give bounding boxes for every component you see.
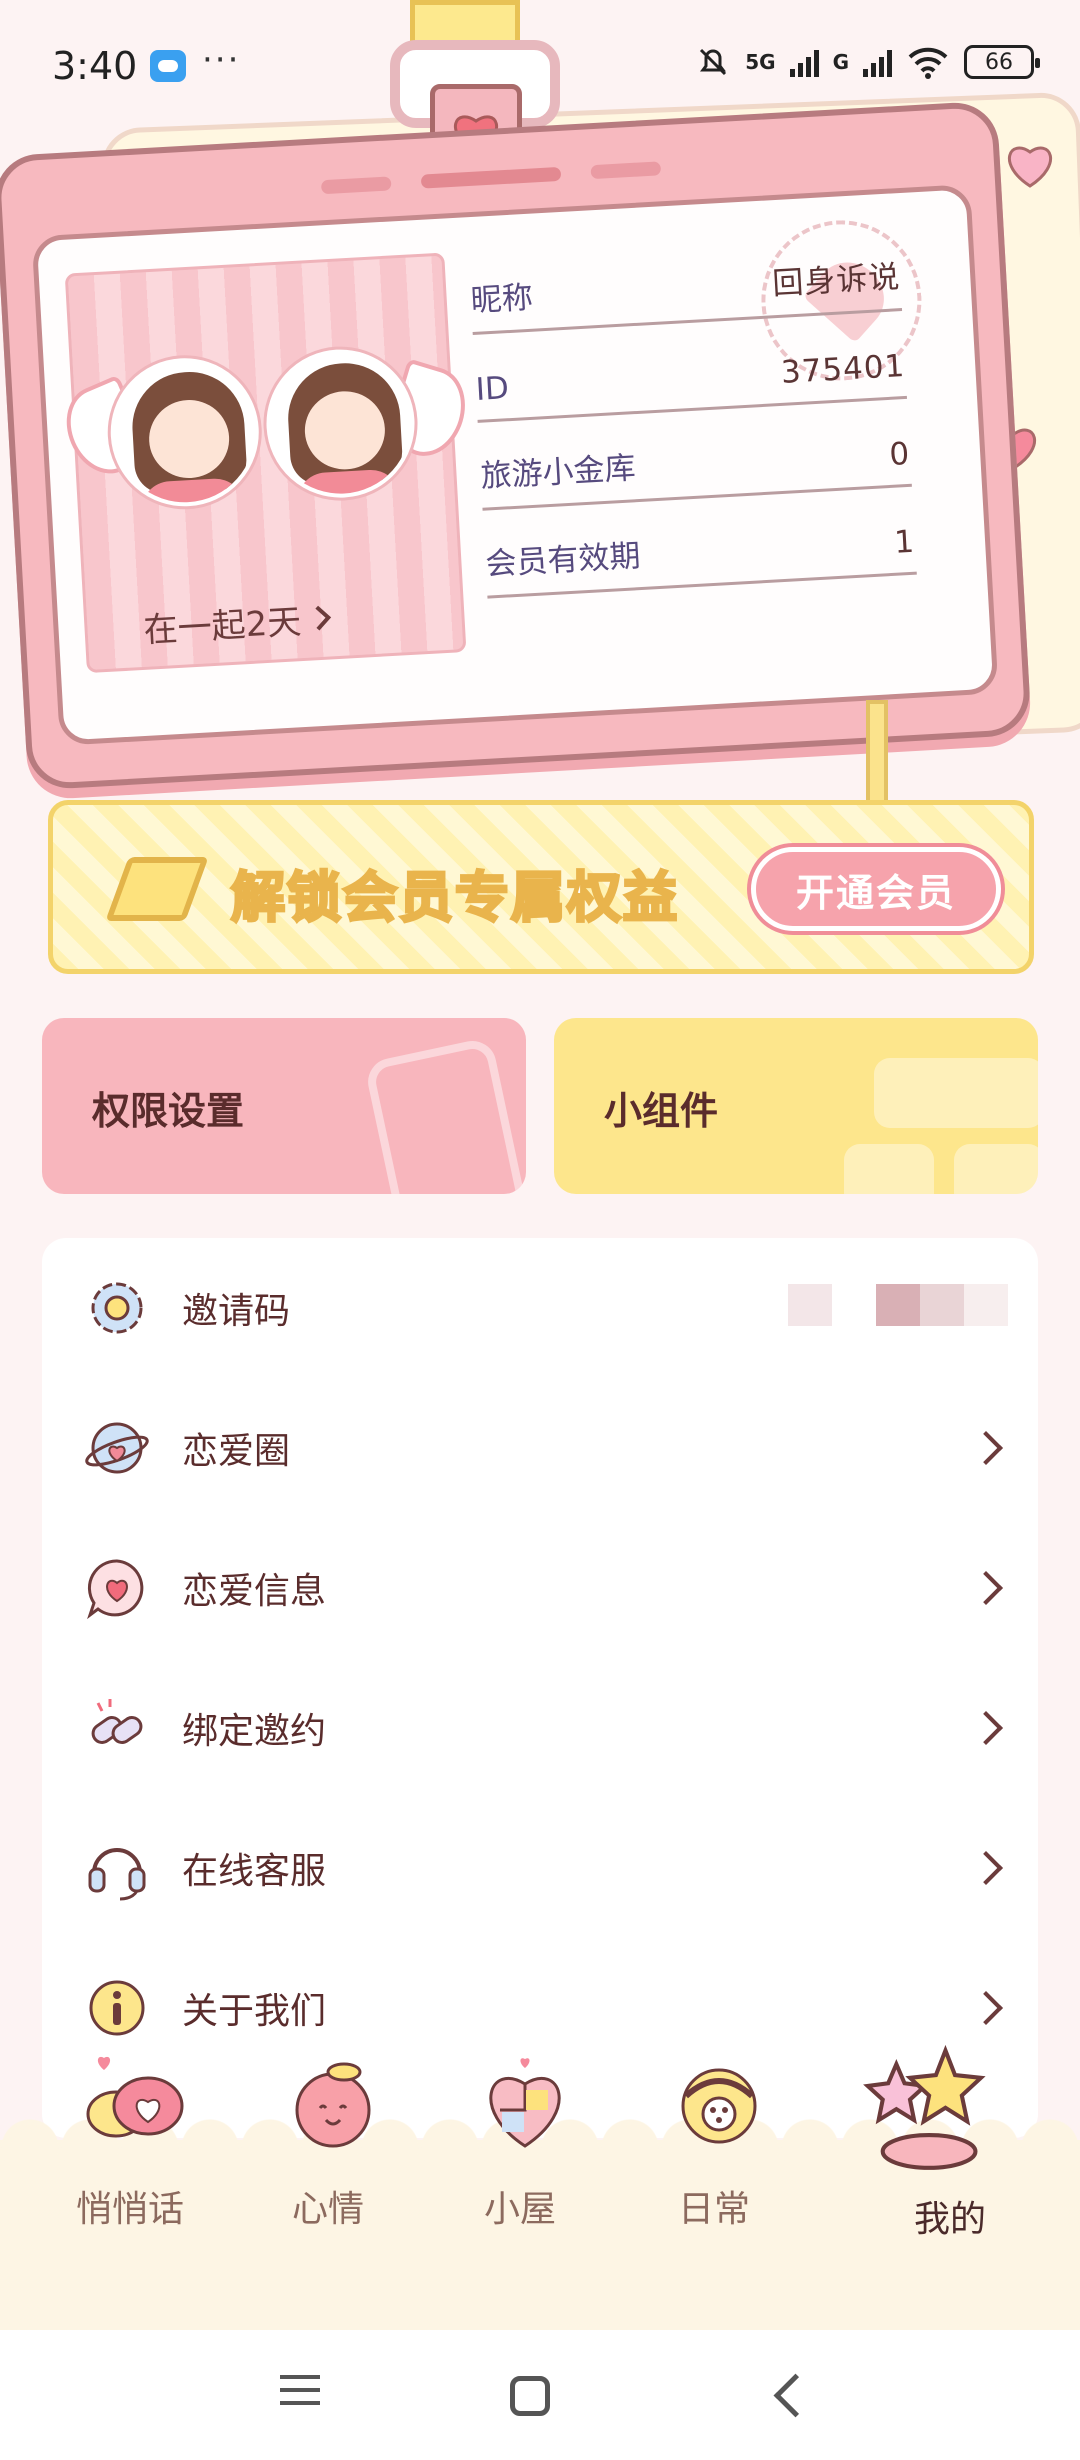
info-value: 375401 — [780, 347, 907, 391]
chevron-right-icon — [969, 1711, 1003, 1745]
rotary-phone-icon — [681, 2068, 757, 2144]
permission-settings-tile[interactable]: 权限设置 — [42, 1018, 526, 1194]
chevron-right-icon — [969, 1991, 1003, 2025]
menu-label: 邀请码 — [182, 1291, 291, 1332]
card-inner: 在一起2天 昵称 回身诉说 ID 375401 旅游小金库 0 会员有效期 1 — [31, 184, 999, 746]
tab-mine[interactable]: 我的 — [830, 2044, 1030, 2310]
info-label: 会员有效期 — [484, 538, 642, 583]
recent-apps-button[interactable] — [270, 2366, 330, 2426]
menu-item-love-circle[interactable]: 恋爱圈 — [42, 1378, 1038, 1518]
status-time: 3:40 — [52, 44, 138, 88]
menu-item-bind-invite[interactable]: 绑定邀约 — [42, 1658, 1038, 1798]
menu-label: 关于我们 — [182, 1991, 327, 2032]
signal-icon — [789, 47, 819, 77]
vip-banner[interactable]: 解锁会员专属权益 开通会员 — [48, 800, 1034, 974]
chevron-right-icon — [969, 1431, 1003, 1465]
menu-item-customer-service[interactable]: 在线客服 — [42, 1798, 1038, 1938]
tab-label: 我的 — [913, 2199, 986, 2240]
tab-mood[interactable]: 心情 — [228, 2050, 428, 2310]
tile-label: 权限设置 — [92, 1089, 245, 1133]
together-days-text: 在一起2天 — [142, 602, 303, 651]
info-label: 昵称 — [469, 279, 534, 320]
tab-label: 日常 — [677, 2189, 750, 2230]
menu-label: 绑定邀约 — [182, 1711, 327, 1752]
peach-icon — [295, 2062, 371, 2148]
card-stand-pole — [866, 700, 888, 810]
wifi-icon — [908, 47, 948, 79]
battery-icon: 66 — [964, 45, 1040, 79]
more-notifications-icon: ··· — [202, 40, 241, 80]
signal-icon-2 — [863, 47, 892, 77]
tab-label: 悄悄话 — [75, 2189, 184, 2230]
cloud-app-icon — [150, 50, 186, 82]
chat-hearts-icon — [86, 2056, 184, 2138]
home-button[interactable] — [510, 2376, 550, 2416]
card-slots — [320, 161, 662, 195]
info-label: ID — [474, 370, 510, 408]
heart-bubble-icon — [87, 1559, 144, 1620]
chevron-right-icon — [969, 1571, 1003, 1605]
floating-heart-icon — [1008, 146, 1052, 188]
status-indicators: 5G G 66 — [695, 44, 1040, 80]
bottom-tab-bar: 悄悄话 心情 小屋 日常 我的 — [0, 2044, 1080, 2330]
back-button[interactable] — [760, 2366, 820, 2426]
info-value: 1 — [893, 523, 917, 561]
system-nav-bar — [0, 2330, 1080, 2460]
avatar-right[interactable] — [262, 345, 419, 502]
puzzle-heart-icon — [489, 2058, 561, 2148]
mute-bell-icon — [700, 48, 727, 76]
together-days-link[interactable]: 在一起2天 — [142, 592, 334, 652]
settings-menu: 邀请码 恋爱圈 恋爱信息 绑定邀约 在线客服 关于我们 — [42, 1238, 1038, 2138]
info-icon — [89, 1980, 145, 2036]
widgets-tile[interactable]: 小组件 — [554, 1018, 1038, 1194]
menu-label: 恋爱圈 — [182, 1431, 291, 1472]
diamond-icon — [105, 857, 209, 921]
tab-cabin[interactable]: 小屋 — [420, 2050, 620, 2310]
vip-banner-text: 解锁会员专属权益 — [230, 865, 679, 931]
stars-icon — [863, 2044, 986, 2170]
tab-label: 小屋 — [483, 2189, 556, 2230]
menu-label: 在线客服 — [182, 1851, 327, 1892]
link-icon — [91, 1699, 143, 1744]
network-5g-label: 5G — [745, 50, 776, 74]
menu-item-invite-code[interactable]: 邀请码 — [42, 1238, 1038, 1378]
menu-item-love-info[interactable]: 恋爱信息 — [42, 1518, 1038, 1658]
info-value: 0 — [888, 435, 912, 473]
tab-whisper[interactable]: 悄悄话 — [30, 2050, 230, 2310]
chevron-right-icon — [969, 1851, 1003, 1885]
open-membership-button[interactable]: 开通会员 — [751, 847, 1001, 931]
headset-icon — [88, 1848, 146, 1901]
info-label: 旅游小金库 — [479, 450, 637, 495]
invite-code-value — [788, 1284, 1008, 1326]
menu-label: 恋爱信息 — [182, 1571, 327, 1612]
profile-card: 在一起2天 昵称 回身诉说 ID 375401 旅游小金库 0 会员有效期 1 — [0, 100, 1032, 791]
info-value: 回身诉说 — [771, 259, 902, 303]
gear-flower-icon — [91, 1282, 143, 1334]
tab-daily[interactable]: 日常 — [614, 2050, 814, 2310]
widget-blocks-icon — [844, 1058, 1038, 1194]
avatar-left[interactable] — [106, 354, 263, 511]
chevron-right-icon — [315, 605, 331, 631]
profile-info-list: 昵称 回身诉说 ID 375401 旅游小金库 0 会员有效期 1 — [467, 223, 917, 599]
phone-icon — [363, 1036, 526, 1194]
tab-label: 心情 — [291, 2189, 364, 2230]
tile-label: 小组件 — [604, 1089, 719, 1133]
couple-photo[interactable]: 在一起2天 — [53, 252, 476, 674]
planet-heart-icon — [85, 1422, 149, 1474]
network-g-label: G — [832, 50, 849, 74]
